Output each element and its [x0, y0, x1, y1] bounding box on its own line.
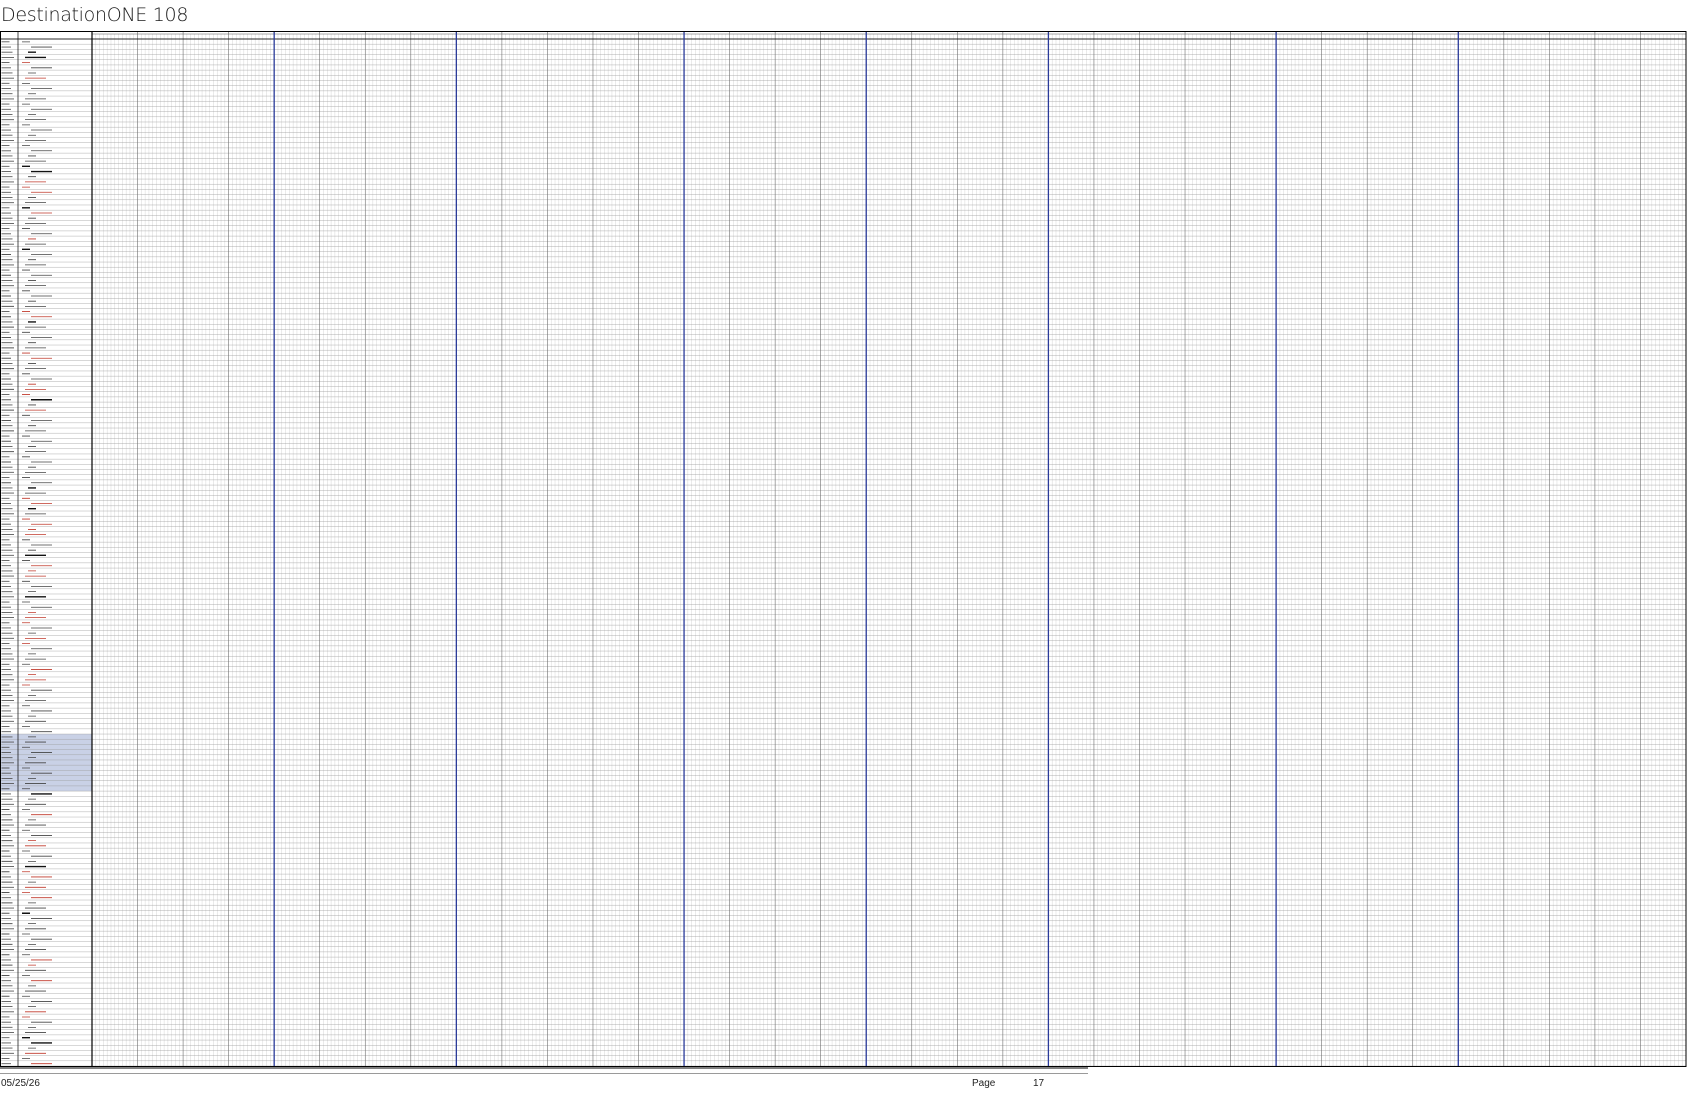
grid-header-band [0, 31, 1687, 40]
grid-frame [0, 31, 1687, 1067]
spreadsheet-grid[interactable] [0, 31, 1687, 1070]
document-title: DestinationONE 108 [1, 4, 189, 26]
grid-fine-columns [95, 34, 1683, 1066]
row-label-marks-bold [22, 51, 52, 1044]
grid-row-lines [0, 38, 1686, 1067]
row-label-marks [22, 41, 52, 1059]
footer-date: 05/25/26 [1, 1078, 40, 1089]
footer-page-number: 17 [1033, 1078, 1045, 1089]
footer-page-label: Page [972, 1078, 996, 1089]
footer-divider [0, 1073, 1088, 1074]
grid-canvas[interactable] [0, 31, 1687, 1070]
